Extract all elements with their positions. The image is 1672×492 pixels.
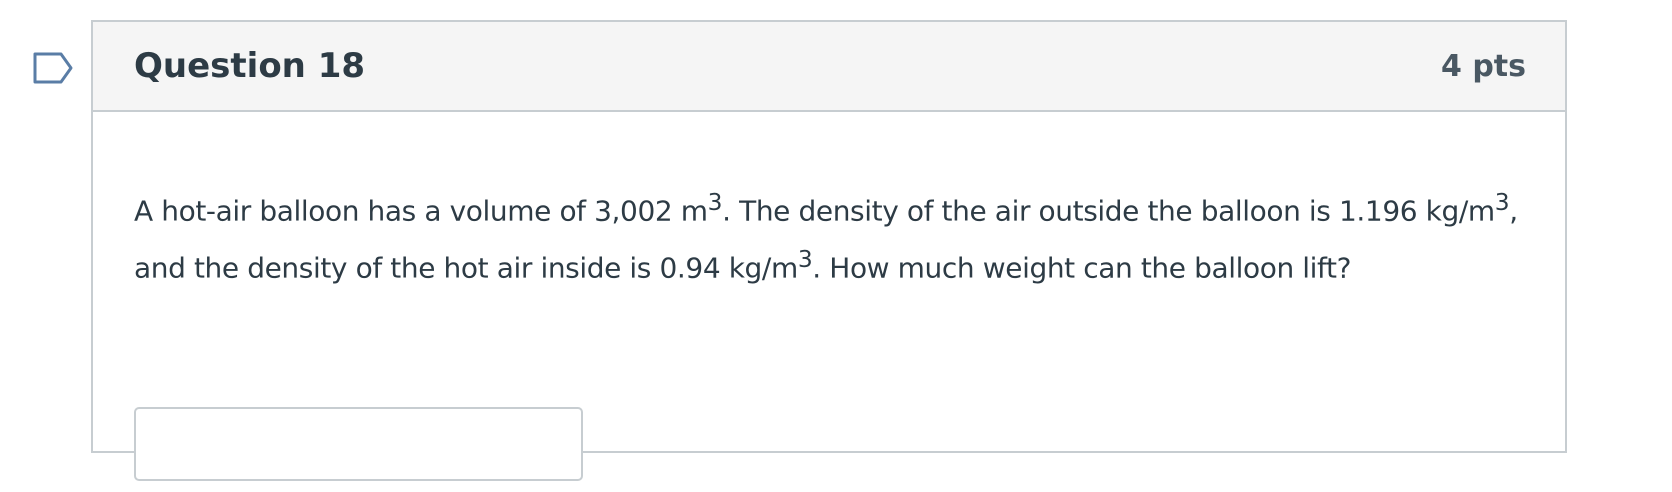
question-points: 4 pts [1441, 49, 1526, 84]
question-text: A hot-air balloon has a volume of 3,002 … [134, 178, 1534, 293]
superscript: 3 [797, 245, 813, 274]
question-card: Question 18 4 pts A hot-air balloon has … [91, 20, 1567, 481]
superscript: 3 [707, 188, 723, 216]
question-header: Question 18 4 pts [93, 22, 1565, 112]
question-text-part: . The density of the air outside the bal… [722, 194, 1495, 228]
superscript: 3 [1494, 188, 1510, 216]
flag-question-icon[interactable] [33, 52, 75, 84]
question-text-part: . How much weight can the balloon lift? [812, 251, 1352, 285]
quiz-page: Question 18 4 pts A hot-air balloon has … [0, 0, 1672, 492]
question-title: Question 18 [134, 46, 366, 86]
answer-input[interactable] [134, 407, 583, 481]
question-text-part: A hot-air balloon has a volume of 3,002 … [134, 194, 708, 228]
